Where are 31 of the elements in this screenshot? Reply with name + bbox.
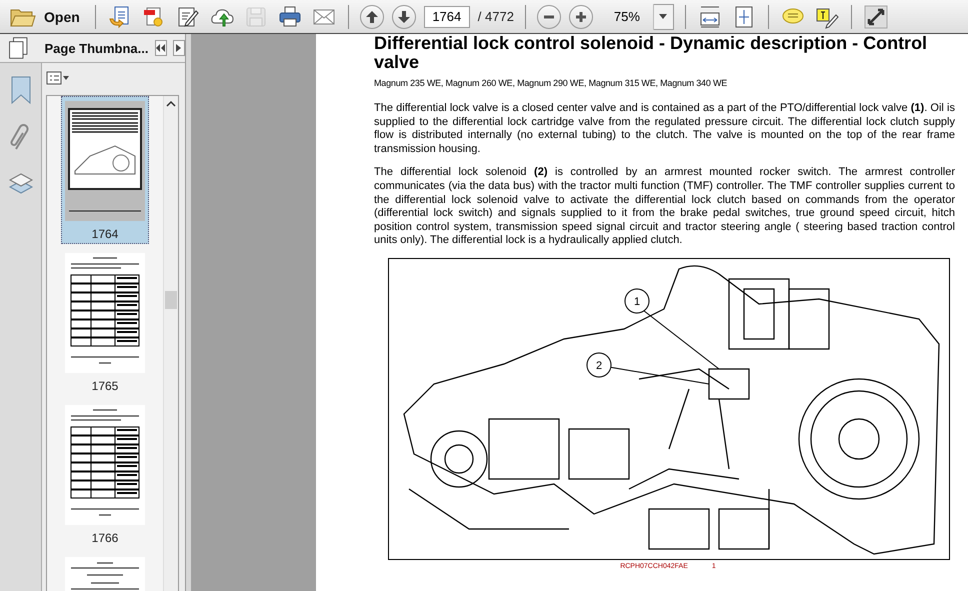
previous-page-button[interactable] bbox=[360, 4, 384, 28]
page-thumbnail[interactable]: 1765 bbox=[61, 248, 149, 396]
scroll-up-icon[interactable] bbox=[164, 99, 178, 109]
print-icon[interactable] bbox=[276, 4, 303, 30]
next-page-button[interactable] bbox=[392, 4, 416, 28]
page-thumbnail[interactable]: 1764 bbox=[61, 96, 149, 244]
body-paragraph: The differential lock solenoid (2) is controlled by an armrest mounted rocker switch. The armrest controller communicates (via the data bus) with the tractor multi function (TMF) controller. The TMF controller supplies current to the differential lock solenoid valve to activate the differential lock clutch based on commands from the operator (differential lock switch) and signals supplied to it from the brake pedal switches, true ground speed circuit, hitch position control system, transmission speed signal circuit and tractor steering angle ( steering based traction control units only). The differential lock is a hydraulically applied clutch. bbox=[374, 166, 955, 248]
bookmark-icon[interactable] bbox=[10, 75, 32, 105]
down-arrow-icon bbox=[396, 10, 411, 24]
applicable-models: Magnum 235 WE, Magnum 260 WE, Magnum 290 WE, Magnum 315 WE, Magnum 340 WE bbox=[374, 78, 728, 88]
callout-circle: 1 bbox=[624, 288, 650, 314]
page-number-label: 1765 bbox=[92, 379, 118, 393]
plus-icon bbox=[574, 10, 588, 24]
collapse-panel-icon[interactable] bbox=[154, 40, 167, 56]
body-paragraph: The differential lock valve is a closed center valve and is contained as a part of the PTO/differential lock valve (1). Oil is supplied to the differential lock cartridge valve from the regulated pressure circuit. The differential lock clutch supply flow is distributed internally (no external tubing) to the clutch. The valve is mounted on the top of the rear frame transmission housing. bbox=[374, 102, 955, 156]
callout-circle: 2 bbox=[586, 352, 612, 378]
up-arrow-icon bbox=[364, 10, 379, 24]
zoom-out-button[interactable] bbox=[536, 4, 561, 28]
page-number-label: 1766 bbox=[92, 531, 118, 545]
page-thumbnail[interactable]: 1766 bbox=[61, 400, 149, 548]
page-total: / 4772 bbox=[478, 9, 514, 24]
full-screen-icon[interactable] bbox=[862, 4, 889, 30]
zoom-in-button[interactable] bbox=[568, 4, 593, 28]
scrollbar-thumb[interactable] bbox=[165, 291, 177, 309]
open-button[interactable]: Open bbox=[6, 6, 84, 28]
page-number-field[interactable]: 1764 bbox=[424, 6, 470, 28]
page-number-label: 1764 bbox=[92, 227, 118, 241]
section-heading: Differential lock control solenoid - Dynamic description - Control valve bbox=[374, 34, 928, 72]
panel-title: Page Thumbna... bbox=[44, 40, 148, 56]
dropdown-caret-icon[interactable] bbox=[654, 4, 674, 30]
expand-panel-icon[interactable] bbox=[172, 40, 185, 56]
